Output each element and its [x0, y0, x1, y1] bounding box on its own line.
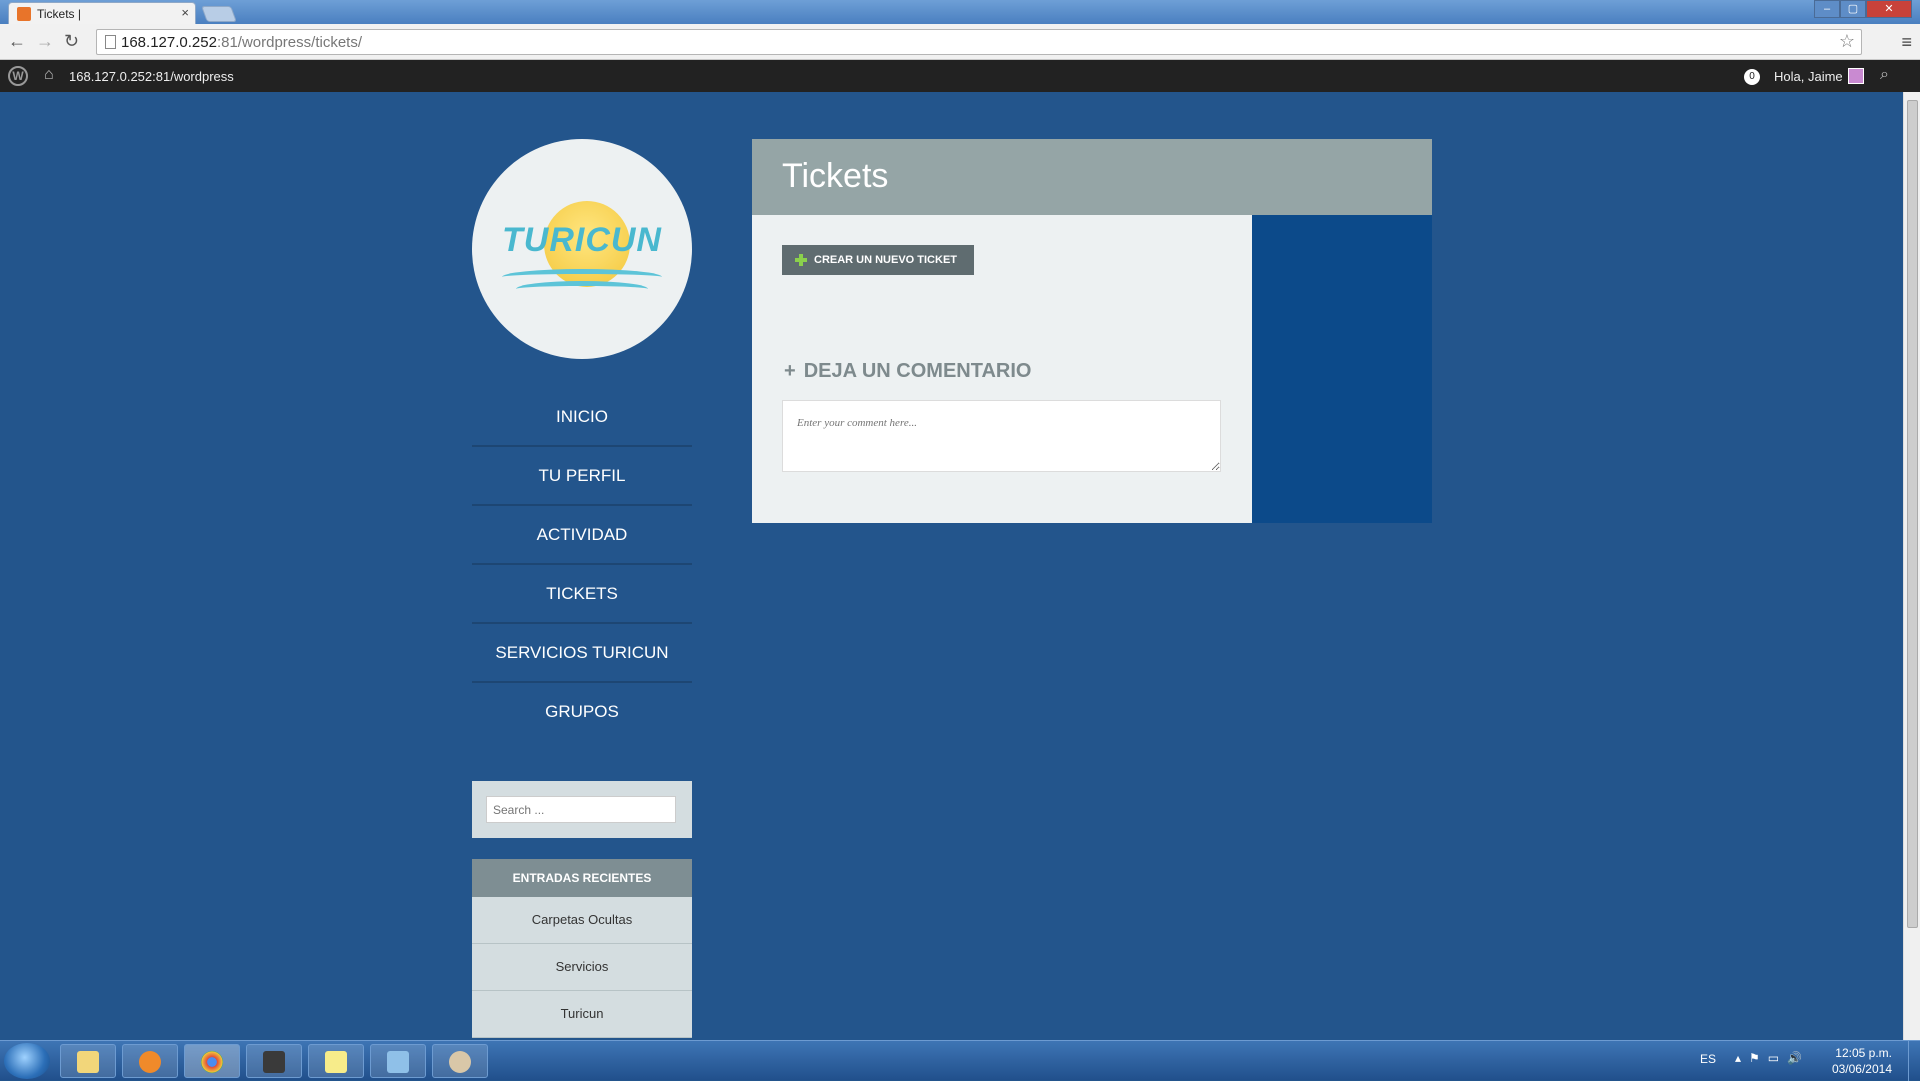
logo-wave-icon — [516, 281, 648, 297]
wp-admin-bar: W ⌂ 168.127.0.252:81/wordpress 0 Hola, J… — [0, 60, 1920, 92]
bookmark-star-icon[interactable]: ☆ — [1839, 31, 1855, 52]
plus-icon — [795, 254, 807, 266]
close-window-icon[interactable]: ✕ — [1866, 0, 1912, 18]
taskbar-clock[interactable]: 12:05 p.m. 03/06/2014 — [1822, 1045, 1892, 1077]
browser-tab-strip: Tickets | × – ▢ ✕ — [0, 0, 1920, 24]
back-arrow-icon[interactable]: ← — [8, 31, 26, 52]
taskbar-remote-desktop-icon[interactable] — [370, 1044, 426, 1078]
nav-item-inicio[interactable]: INICIO — [472, 388, 692, 447]
comment-textarea[interactable] — [782, 400, 1221, 472]
notification-count-badge[interactable]: 0 — [1744, 69, 1760, 85]
admin-user-greeting[interactable]: Hola, Jaime — [1774, 69, 1843, 84]
show-desktop-button[interactable] — [1908, 1041, 1920, 1081]
logo-text: TURICUN — [502, 221, 662, 259]
page-scrollbar[interactable] — [1903, 92, 1920, 1040]
comment-heading: + DEJA UN COMENTARIO — [784, 360, 1031, 383]
maximize-icon[interactable]: ▢ — [1840, 0, 1866, 18]
clock-date: 03/06/2014 — [1831, 1062, 1892, 1076]
nav-item-servicios-turicun[interactable]: SERVICIOS TURICUN — [472, 624, 692, 683]
recent-post-link[interactable]: Servicios — [472, 944, 692, 991]
search-input[interactable] — [486, 796, 676, 823]
new-ticket-button[interactable]: CREAR UN NUEVO TICKET — [782, 245, 974, 275]
wordpress-logo-icon[interactable]: W — [8, 66, 28, 86]
address-bar[interactable]: 168.127.0.252:81/wordpress/tickets/ ☆ — [96, 29, 1862, 55]
content-side-panel — [1252, 215, 1432, 523]
window-controls: – ▢ ✕ — [1814, 0, 1912, 18]
main-navigation: INICIO TU PERFIL ACTIVIDAD TICKETS SERVI… — [472, 388, 692, 742]
page-icon — [105, 35, 116, 49]
admin-site-name[interactable]: 168.127.0.252:81/wordpress — [69, 69, 234, 84]
taskbar-chrome-icon[interactable] — [184, 1044, 240, 1078]
recent-post-link[interactable]: Turicun — [472, 991, 692, 1038]
recent-posts-widget: ENTRADAS RECIENTES Carpetas Ocultas Serv… — [472, 859, 692, 1038]
avatar[interactable] — [1848, 68, 1864, 84]
nav-item-tu-perfil[interactable]: TU PERFIL — [472, 447, 692, 506]
scrollbar-thumb[interactable] — [1907, 100, 1918, 928]
home-icon[interactable]: ⌂ — [44, 66, 54, 84]
nav-item-tickets[interactable]: TICKETS — [472, 565, 692, 624]
taskbar-paint-icon[interactable] — [432, 1044, 488, 1078]
taskbar-explorer-icon[interactable] — [60, 1044, 116, 1078]
taskbar-sublime-icon[interactable] — [246, 1044, 302, 1078]
minimize-icon[interactable]: – — [1814, 0, 1840, 18]
plus-icon: + — [784, 360, 796, 382]
browser-menu-icon[interactable]: ≡ — [1901, 32, 1912, 53]
taskbar-sticky-notes-icon[interactable] — [308, 1044, 364, 1078]
recent-post-link[interactable]: Carpetas Ocultas — [472, 897, 692, 944]
nav-item-grupos[interactable]: GRUPOS — [472, 683, 692, 742]
nav-item-actividad[interactable]: ACTIVIDAD — [472, 506, 692, 565]
content-area: CREAR UN NUEVO TICKET + DEJA UN COMENTARI… — [752, 215, 1252, 523]
tab-title: Tickets | — [37, 7, 82, 21]
site-logo[interactable]: TURICUN — [472, 139, 692, 359]
tab-close-icon[interactable]: × — [181, 5, 189, 20]
language-indicator[interactable]: ES — [1700, 1052, 1716, 1066]
system-tray-icons[interactable]: ▴⚑▭🔊 — [1735, 1051, 1810, 1065]
page-title-bar: Tickets — [752, 139, 1432, 215]
search-widget — [472, 781, 692, 838]
comment-heading-label: DEJA UN COMENTARIO — [803, 360, 1032, 382]
new-ticket-label: CREAR UN NUEVO TICKET — [814, 254, 958, 266]
page-title: Tickets — [782, 157, 889, 195]
address-url: 168.127.0.252:81/wordpress/tickets/ — [121, 34, 362, 51]
new-tab-button[interactable] — [201, 6, 237, 22]
windows-taskbar: ES ▴⚑▭🔊 12:05 p.m. 03/06/2014 — [0, 1040, 1920, 1081]
browser-toolbar: ← → ↻ 168.127.0.252:81/wordpress/tickets… — [0, 24, 1920, 60]
favicon-icon — [17, 7, 31, 21]
taskbar-media-player-icon[interactable] — [122, 1044, 178, 1078]
admin-search-icon[interactable]: ⌕ — [1880, 66, 1889, 84]
browser-tab-tickets[interactable]: Tickets | × — [8, 2, 196, 24]
recent-posts-heading: ENTRADAS RECIENTES — [472, 859, 692, 897]
reload-icon[interactable]: ↻ — [64, 31, 79, 52]
forward-arrow-icon[interactable]: → — [36, 31, 54, 52]
start-button[interactable] — [4, 1043, 50, 1079]
clock-time: 12:05 p.m. — [1835, 1046, 1892, 1060]
